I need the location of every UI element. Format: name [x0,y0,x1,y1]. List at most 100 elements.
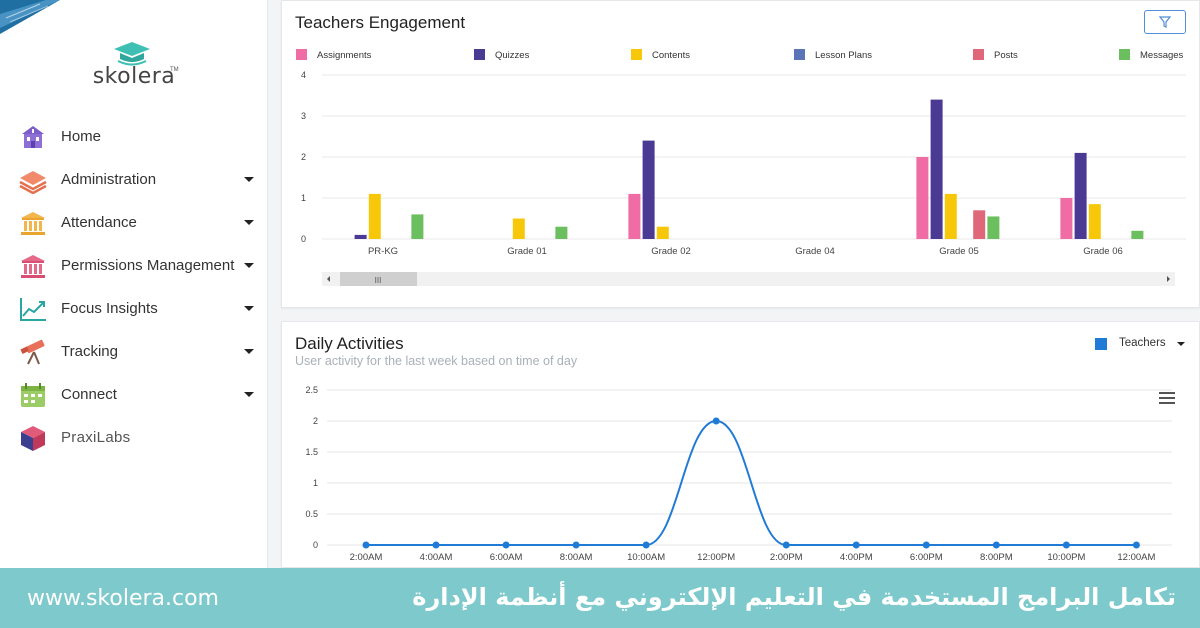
sidebar-item-home[interactable]: Home [0,115,268,158]
bar [642,140,655,239]
data-point [852,541,860,549]
x-tick-label: Grade 05 [939,246,979,257]
calendar-icon [21,383,45,407]
chevron-down-icon[interactable] [244,220,254,225]
skolera-logo[interactable]: skolera TM [84,40,184,90]
institution-icon [21,255,45,278]
sidebar-item-administration[interactable]: Administration [0,158,268,201]
bar [916,157,929,239]
graduation-cap-icon [114,42,150,66]
x-tick-label: 10:00AM [627,552,665,563]
x-tick-label: 2:00AM [350,552,383,563]
legend-label: Contents [652,50,690,61]
data-point [922,541,930,549]
sidebar-item-label: Permissions Management [61,257,235,274]
x-tick-label: 6:00AM [490,552,523,563]
bar [354,234,367,239]
y-tick-label: 3 [301,111,306,121]
bar [1074,152,1087,239]
teachers-engagement-card: Teachers Engagement Assignments Quizzes Co… [281,0,1200,308]
footer-banner: www.skolera.com تكامل البرامج المستخدمة … [0,568,1200,628]
data-point [992,541,1000,549]
sidebar-item-label: Administration [61,171,157,188]
data-point [362,541,370,549]
x-tick-label: 8:00PM [980,552,1013,563]
x-tick-label: PR-KG [368,246,398,257]
trend-chart-icon [20,298,46,321]
legend-swatch [474,49,485,60]
y-tick-label: 0 [301,234,306,244]
legend-swatch [1119,49,1130,60]
y-tick-label: 1 [313,478,318,488]
telescope-icon [20,339,45,365]
sidebar-item-connect[interactable]: Connect [0,373,268,416]
bar [368,193,381,239]
data-point [1062,541,1070,549]
sidebar-item-focus-insights[interactable]: Focus Insights [0,287,268,330]
sidebar-item-label: Tracking [61,343,118,360]
x-tick-label: 6:00PM [910,552,943,563]
sidebar-item-label: PraxiLabs [61,429,131,446]
sidebar-item-tracking[interactable]: Tracking [0,330,268,373]
y-tick-label: 0 [313,540,318,550]
y-tick-label: 1.5 [305,447,318,457]
x-tick-label: 4:00PM [840,552,873,563]
legend-swatch [296,49,307,60]
website-url[interactable]: www.skolera.com [27,586,219,611]
data-point [782,541,790,549]
bar [1060,198,1073,239]
sidebar-item-label: Attendance [61,214,137,231]
scrollbar-track [322,272,1175,286]
legend-swatch [973,49,984,60]
daily-activities-card: Daily Activities User activity for the l… [281,321,1200,568]
bar [1088,204,1101,239]
corner-decoration [0,0,60,34]
y-tick-label: 4 [301,70,306,80]
sidebar-item-label: Home [61,128,102,145]
bar [973,210,986,239]
x-tick-label: Grade 04 [795,246,835,257]
bar [987,216,1000,239]
daily-line-chart: 0 0.5 1 1.5 2 2.5 2:00AM 4:00AM 6:00AM 8:00AM 10:0… [305,385,1172,563]
legend-label: Assignments [317,50,372,61]
sidebar-item-attendance[interactable]: Attendance [0,201,268,244]
sidebar: skolera TM Home Administration Attendanc… [0,0,268,568]
chevron-down-icon[interactable] [244,306,254,311]
brand-name: skolera [92,64,176,89]
bar [930,99,943,239]
data-point [432,541,440,549]
y-tick-label: 0.5 [305,509,318,519]
sidebar-item-permissions-management[interactable]: Permissions Management [0,244,268,287]
x-tick-label: Grade 01 [507,246,547,257]
legend-label: Messages [1140,50,1184,61]
y-tick-label: 2 [301,152,306,162]
x-tick-label: 2:00PM [770,552,803,563]
chevron-down-icon[interactable] [244,392,254,397]
engagement-bar-chart: Assignments Quizzes Contents Lesson Plans Po… [296,49,1186,286]
x-tick-label: 12:00PM [697,552,735,563]
x-tick-label: 12:00AM [1117,552,1155,563]
y-tick-label: 1 [301,193,306,203]
data-point [572,541,580,549]
x-tick-label: Grade 06 [1083,246,1123,257]
x-tick-label: 10:00PM [1047,552,1085,563]
bar [555,226,568,239]
sidebar-item-praxilabs[interactable]: PraxiLabs [0,416,268,459]
layers-icon [19,171,47,194]
bar [411,214,424,239]
chevron-down-icon[interactable] [244,349,254,354]
banner-title: تكامل البرامج المستخدمة في التعليم الإلك… [412,583,1176,611]
chevron-down-icon[interactable] [244,263,254,268]
scrollbar-grip: III [375,276,382,285]
legend-swatch [794,49,805,60]
legend-label: Lesson Plans [815,50,872,61]
x-tick-label: Grade 02 [651,246,691,257]
legend-swatch [631,49,642,60]
trademark: TM [170,67,179,73]
sidebar-item-label: Focus Insights [61,300,158,317]
legend-label: Quizzes [495,50,530,61]
sidebar-nav: Home Administration Attendance Permissio… [0,115,268,459]
chevron-down-icon[interactable] [244,177,254,182]
data-point [642,541,650,549]
y-tick-label: 2.5 [305,385,318,395]
